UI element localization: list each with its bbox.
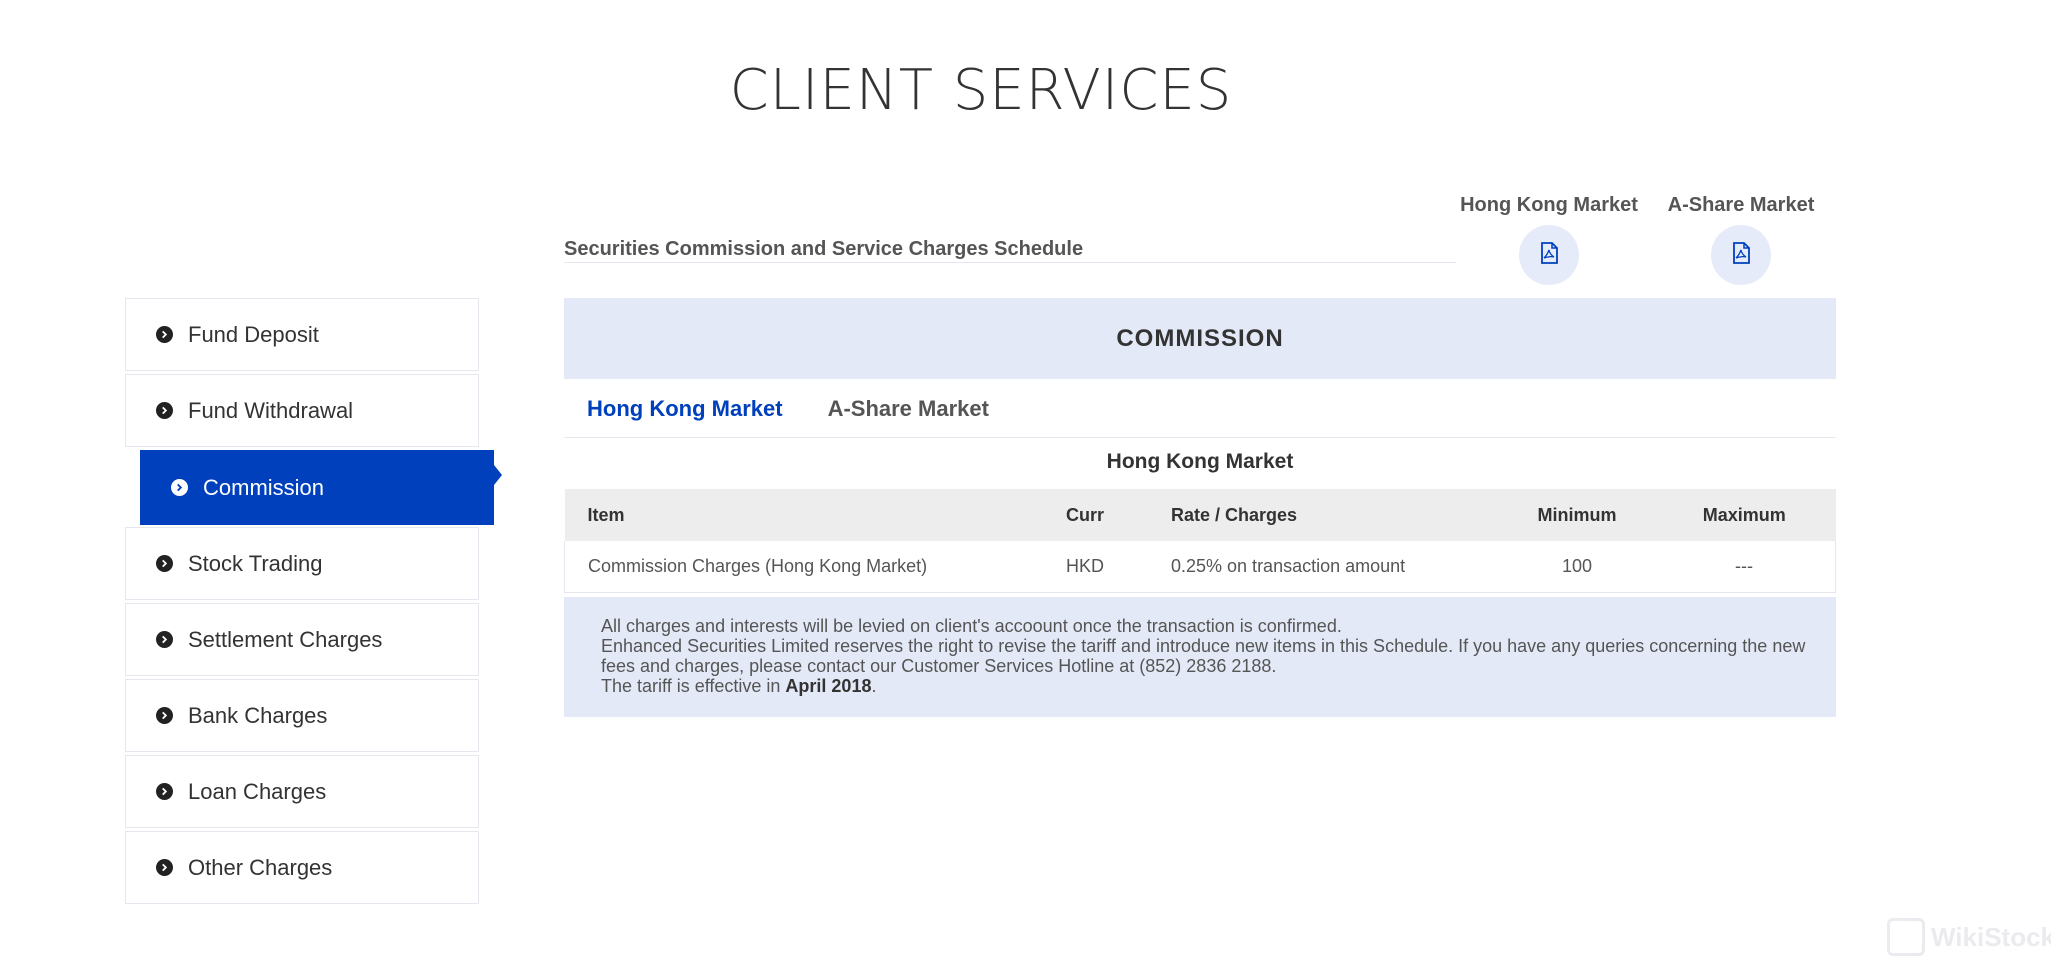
watermark-logo-icon	[1887, 918, 1925, 956]
sidebar-item-label: Fund Deposit	[188, 321, 319, 347]
sidebar-item-stock-trading[interactable]: Stock Trading	[125, 527, 479, 600]
page-title: CLIENT SERVICES	[729, 58, 1233, 123]
schedule-label: Securities Commission and Service Charge…	[564, 238, 1084, 260]
note-line: Enhanced Securities Limited reserves the…	[601, 636, 1806, 676]
cell-rate: 0.25% on transaction amount	[1171, 541, 1501, 593]
table-header-row: Item Curr Rate / Charges Minimum Maximum	[564, 489, 1836, 541]
divider	[564, 262, 1456, 263]
sidebar-item-label: Bank Charges	[188, 702, 328, 728]
commission-table: Item Curr Rate / Charges Minimum Maximum…	[564, 489, 1836, 593]
cell-item: Commission Charges (Hong Kong Market)	[564, 541, 1066, 593]
chevron-right-circle-icon	[171, 479, 188, 496]
active-pointer-icon	[494, 465, 502, 485]
sidebar-item-commission[interactable]: Commission	[140, 450, 502, 525]
sidebar-nav: Fund Deposit Fund Withdrawal Commission …	[125, 298, 502, 907]
pdf-icon	[1731, 241, 1751, 269]
download-hong-kong-market: Hong Kong Market	[1449, 194, 1649, 285]
sidebar-item-loan-charges[interactable]: Loan Charges	[125, 755, 479, 828]
chevron-right-circle-icon	[156, 402, 173, 419]
sidebar-item-label: Other Charges	[188, 854, 333, 880]
effective-date: April 2018	[785, 676, 872, 696]
cell-maximum: ---	[1653, 541, 1836, 593]
notes-panel: All charges and interests will be levied…	[564, 597, 1836, 717]
column-header-maximum: Maximum	[1653, 489, 1836, 541]
sidebar-item-label: Commission	[203, 474, 325, 500]
column-header-minimum: Minimum	[1501, 489, 1653, 541]
commission-banner: COMMISSION	[564, 298, 1836, 379]
note-line: The tariff is effective in April 2018.	[601, 676, 1806, 696]
cell-minimum: 100	[1501, 541, 1653, 593]
chevron-right-circle-icon	[156, 859, 173, 876]
note-line: All charges and interests will be levied…	[601, 616, 1342, 636]
column-header-curr: Curr	[1066, 489, 1171, 541]
sidebar-item-label: Fund Withdrawal	[188, 397, 354, 423]
sidebar-item-fund-withdrawal[interactable]: Fund Withdrawal	[125, 374, 479, 447]
download-label: Hong Kong Market	[1460, 194, 1638, 216]
column-header-rate: Rate / Charges	[1171, 489, 1501, 541]
tab-hong-kong-market[interactable]: Hong Kong Market	[587, 396, 783, 422]
watermark-text: WikiStock	[1931, 921, 2051, 952]
market-tabs: Hong Kong Market A-Share Market	[564, 381, 1836, 438]
sidebar-item-label: Loan Charges	[188, 778, 327, 804]
sidebar-item-label: Settlement Charges	[188, 626, 383, 652]
sidebar-item-fund-deposit[interactable]: Fund Deposit	[125, 298, 479, 371]
column-header-item: Item	[564, 489, 1066, 541]
watermark: WikiStock	[1887, 918, 2051, 956]
download-a-share-market: A-Share Market	[1641, 194, 1841, 285]
tab-a-share-market[interactable]: A-Share Market	[828, 396, 989, 422]
cell-curr: HKD	[1066, 541, 1171, 593]
note-text: The tariff is effective in	[601, 676, 786, 696]
sidebar-item-bank-charges[interactable]: Bank Charges	[125, 679, 479, 752]
note-text: .	[871, 676, 877, 696]
sidebar-item-other-charges[interactable]: Other Charges	[125, 831, 479, 904]
chevron-right-circle-icon	[156, 631, 173, 648]
pdf-icon	[1539, 241, 1559, 269]
chevron-right-circle-icon	[156, 783, 173, 800]
sidebar-item-settlement-charges[interactable]: Settlement Charges	[125, 603, 479, 676]
market-title: Hong Kong Market	[1106, 450, 1294, 473]
chevron-right-circle-icon	[156, 707, 173, 724]
table-row: Commission Charges (Hong Kong Market) HK…	[564, 541, 1836, 593]
pdf-download-button[interactable]	[1519, 225, 1579, 285]
pdf-download-button[interactable]	[1711, 225, 1771, 285]
chevron-right-circle-icon	[156, 326, 173, 343]
download-label: A-Share Market	[1667, 194, 1815, 216]
chevron-right-circle-icon	[156, 555, 173, 572]
sidebar-item-label: Stock Trading	[188, 550, 323, 576]
